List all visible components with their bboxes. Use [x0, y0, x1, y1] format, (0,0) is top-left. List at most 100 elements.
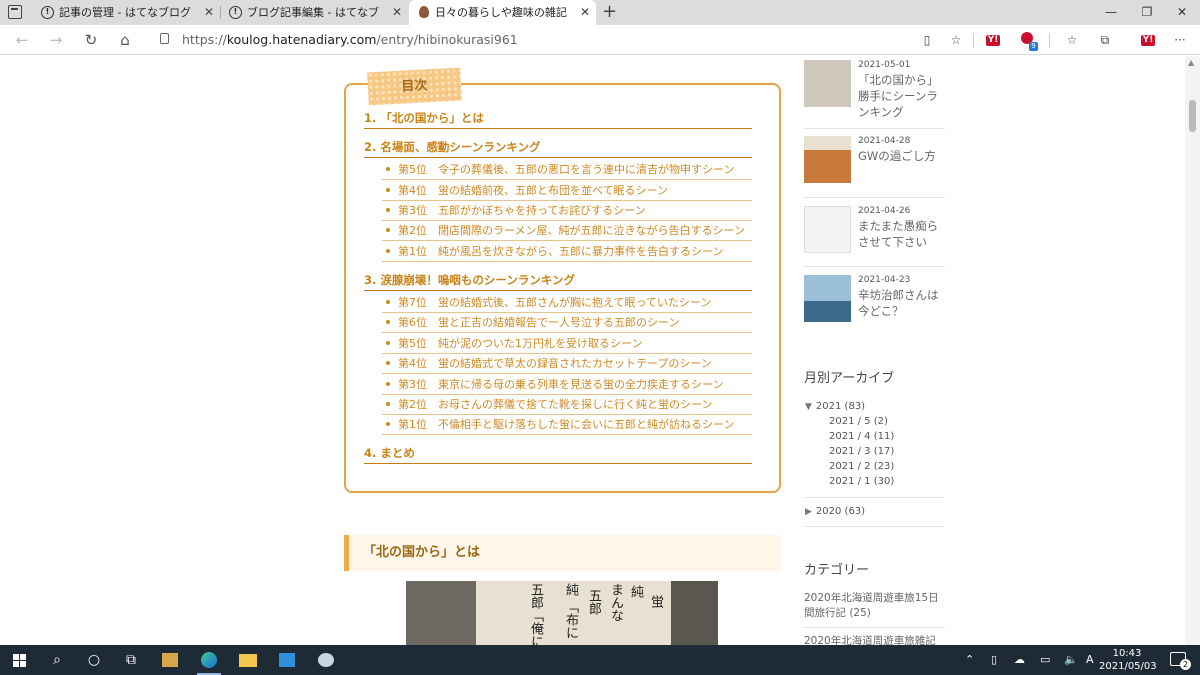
file-explorer-icon[interactable]	[228, 645, 268, 675]
photo-text: 蛍	[648, 595, 663, 608]
toc-label: 目次	[367, 67, 462, 106]
extension-badge-icon[interactable]: 9	[1019, 32, 1038, 51]
collections-icon[interactable]: ⧉	[1097, 32, 1113, 48]
post-title[interactable]: 辛坊治郎さんは今どこ？	[858, 287, 948, 319]
recent-post[interactable]: 2021-04-26 またまた愚痴らさせて下さい	[804, 206, 945, 254]
toc-link[interactable]: 第4位 蛍の結婚式で草太の録音されたカセットテープのシーン	[382, 355, 752, 374]
collapse-triangle-icon[interactable]: ▶	[805, 507, 812, 517]
clock-time: 10:43	[1112, 648, 1142, 659]
taskbar: ⌕ ○ ⧉ ⌃ ▯ ☁ ▭ 🔈 A 10:43 2021/05/03 2	[0, 645, 1200, 675]
post-date: 2021-04-28	[858, 136, 911, 146]
yahoo-extension-icon[interactable]: Y!	[986, 35, 1000, 46]
photo-text: 五郎	[586, 589, 601, 615]
tab-article-management[interactable]: ! 記事の管理 - はてなブログ ✕	[33, 0, 220, 25]
toc-link[interactable]: 第2位 閉店間際のラーメン屋、純が五郎に泣きながら告白するシーン	[382, 222, 752, 241]
new-tab-icon[interactable]: +	[602, 1, 617, 23]
toc-link[interactable]: 3. 涙腺崩壊！嗚咽ものシーンランキング	[364, 272, 752, 291]
post-date: 2021-04-26	[858, 206, 911, 216]
close-tab-icon[interactable]: ✕	[392, 0, 402, 25]
more-menu-icon[interactable]: ···	[1172, 32, 1188, 48]
tab-blog-editor[interactable]: ! ブログ記事編集 - はてなブログ ✕	[221, 0, 408, 25]
toc-link[interactable]: 第5位 令子の葬儀後、五郎の悪口を言う連中に清吉が物申すシーン	[382, 161, 752, 180]
archive-year[interactable]: ▶ 2020 (63)	[805, 506, 865, 517]
recent-post[interactable]: 2021-05-01 「北の国から」勝手にシーンランキング	[804, 60, 945, 122]
cortana-icon[interactable]: ○	[74, 645, 114, 675]
photo-text: 五郎「俺に	[528, 583, 543, 645]
post-thumbnail[interactable]	[804, 136, 851, 183]
toc-link[interactable]: 第3位 五郎がかぼちゃを持ってお詫びするシーン	[382, 202, 752, 221]
tab-title: 記事の管理 - はてなブログ	[59, 6, 191, 19]
home-icon[interactable]: ⌂	[114, 29, 136, 51]
tab-actions-icon[interactable]	[8, 5, 22, 19]
onedrive-icon[interactable]: ☁	[1014, 645, 1025, 675]
archive-month[interactable]: 2021 / 1 (30)	[829, 476, 894, 487]
close-tab-icon[interactable]: ✕	[204, 0, 214, 25]
recent-post[interactable]: 2021-04-28 GWの過ごし方	[804, 136, 945, 184]
notification-count: 2	[1180, 659, 1191, 670]
toc-link[interactable]: 2. 名場面、感動シーンランキング	[364, 139, 752, 158]
recent-post[interactable]: 2021-04-23 辛坊治郎さんは今どこ？	[804, 275, 945, 323]
toc-link[interactable]: 第1位 不倫相手と駆け落ちした蛍に会いに五郎と純が訪ねるシーン	[382, 416, 752, 435]
favorites-list-icon[interactable]: ☆	[1064, 32, 1080, 48]
network-icon[interactable]: ▭	[1040, 645, 1050, 675]
photos-icon[interactable]	[267, 645, 307, 675]
post-thumbnail[interactable]	[804, 275, 851, 322]
minimize-icon[interactable]: —	[1091, 0, 1131, 25]
reader-view-icon[interactable]: ▯	[919, 32, 935, 48]
device-icon[interactable]: ▯	[991, 645, 997, 675]
ime-indicator[interactable]: A	[1086, 645, 1094, 675]
archive-year[interactable]: ▼ 2021 (83)	[805, 401, 865, 412]
media-player-icon[interactable]	[150, 645, 190, 675]
lock-icon[interactable]	[160, 33, 169, 44]
edge-browser-icon[interactable]	[189, 645, 229, 675]
maximize-icon[interactable]: ❐	[1127, 0, 1167, 25]
post-title[interactable]: またまた愚痴らさせて下さい	[858, 218, 948, 250]
toc-link[interactable]: 4. まとめ	[364, 445, 752, 464]
search-icon[interactable]: ⌕	[37, 645, 77, 675]
post-thumbnail[interactable]	[804, 206, 851, 253]
vertical-scrollbar[interactable]: ▲	[1185, 56, 1200, 645]
post-title[interactable]: GWの過ごし方	[858, 148, 948, 164]
tab-title: 日々の暮らしや趣味の雑記 - 日々の暮	[435, 6, 567, 19]
yahoo-extension-icon[interactable]: Y!	[1141, 35, 1155, 46]
category-link[interactable]: 2020年北海道周遊車旅15日間旅行記 (25)	[804, 591, 949, 621]
archive-month[interactable]: 2021 / 3 (17)	[829, 446, 894, 457]
address-bar[interactable]: https://koulog.hatenadiary.com/entry/hib…	[146, 28, 916, 52]
system-clock[interactable]: 10:43 2021/05/03	[1099, 647, 1157, 673]
toc-link[interactable]: 第6位 蛍と正吉の結婚報告で一人号泣する五郎のシーン	[382, 314, 752, 333]
toc-link[interactable]: 第7位 蛍の結婚式後、五郎さんが胸に抱えて眠っていたシーン	[382, 294, 752, 313]
expand-triangle-icon[interactable]: ▼	[805, 402, 812, 412]
toc-link[interactable]: 第5位 純が泥のついた1万円札を受け取るシーン	[382, 335, 752, 354]
refresh-icon[interactable]: ↻	[80, 29, 102, 51]
tab-active-blog[interactable]: 日々の暮らしや趣味の雑記 - 日々の暮 ✕	[409, 0, 596, 25]
forward-icon[interactable]: →	[45, 29, 67, 51]
tray-chevron-icon[interactable]: ⌃	[965, 645, 974, 675]
volume-icon[interactable]: 🔈	[1064, 645, 1078, 675]
clock-date: 2021/05/03	[1099, 661, 1157, 672]
scroll-up-icon[interactable]: ▲	[1188, 58, 1194, 67]
notification-center-icon[interactable]: 2	[1170, 652, 1191, 670]
post-date: 2021-04-23	[858, 275, 911, 285]
page-content: 目次 1. 「北の国から」とは 2. 名場面、感動シーンランキング 第5位 令子…	[0, 56, 1185, 645]
scrollbar-thumb[interactable]	[1189, 100, 1196, 132]
windows-start-button[interactable]	[0, 645, 40, 675]
archive-month[interactable]: 2021 / 4 (11)	[829, 431, 894, 442]
category-link[interactable]: 2020年北海道周遊車旅雑記	[804, 634, 949, 645]
toc-link[interactable]: 第1位 純が風呂を炊きながら、五郎に暴力事件を告白するシーン	[382, 243, 752, 262]
paint-icon[interactable]	[306, 645, 346, 675]
task-view-icon[interactable]: ⧉	[111, 645, 151, 675]
toc-link[interactable]: 第3位 東京に帰る母の乗る列車を見送る蛍の全力疾走するシーン	[382, 376, 752, 395]
archive-month[interactable]: 2021 / 5 (2)	[829, 416, 888, 427]
favorite-star-icon[interactable]: ☆	[948, 32, 964, 48]
close-window-icon[interactable]: ✕	[1162, 0, 1200, 25]
archive-month[interactable]: 2021 / 2 (23)	[829, 461, 894, 472]
toc-link[interactable]: 1. 「北の国から」とは	[364, 110, 752, 129]
back-icon[interactable]: ←	[11, 29, 33, 51]
divider	[804, 266, 945, 267]
close-tab-icon[interactable]: ✕	[580, 0, 590, 25]
url-text[interactable]: https://koulog.hatenadiary.com/entry/hib…	[182, 28, 518, 52]
toc-link[interactable]: 第4位 蛍の結婚前夜、五郎と布団を並べて眠るシーン	[382, 182, 752, 201]
toc-link[interactable]: 第2位 お母さんの葬儀で捨てた靴を探しに行く純と蛍のシーン	[382, 396, 752, 415]
post-thumbnail[interactable]	[804, 60, 851, 107]
post-title[interactable]: 「北の国から」勝手にシーンランキング	[858, 72, 948, 120]
